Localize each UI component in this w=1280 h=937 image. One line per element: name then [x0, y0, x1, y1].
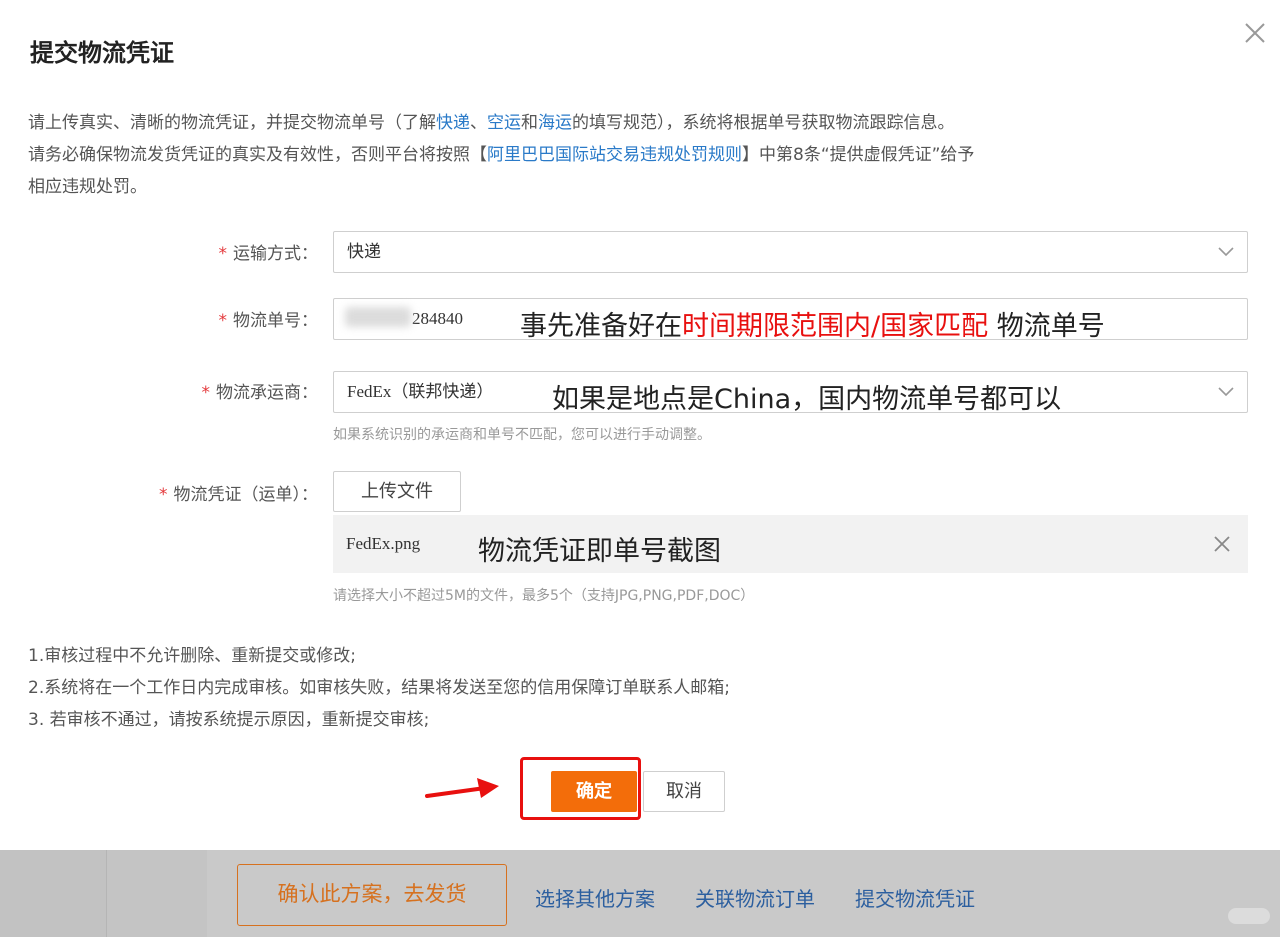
carrier-hint: 如果系统识别的承运商和单号不匹配，您可以进行手动调整。	[333, 427, 711, 443]
submit-logistics-dialog: 提交物流凭证 请上传真实、清晰的物流凭证，并提交物流单号（了解快递、空运和海运的…	[0, 0, 1280, 850]
shipping-method-label: * 运输方式：	[219, 239, 319, 264]
voucher-hint: 请选择大小不超过5M的文件，最多5个（支持JPG,PNG,PDF,DOC）	[333, 588, 755, 604]
link-logistics-order-link[interactable]: 关联物流订单	[695, 883, 815, 912]
annotation-carrier: 如果是地点是China，国内物流单号都可以	[552, 384, 1062, 415]
submit-logistics-voucher-link[interactable]: 提交物流凭证	[855, 883, 975, 912]
chevron-down-icon	[1217, 384, 1235, 398]
input-value: 284840	[412, 309, 463, 328]
select-value: 快递	[347, 242, 381, 262]
footer-strip	[107, 850, 207, 937]
note-item: 2.系统将在一个工作日内完成审核。如审核失败，结果将发送至您的信用保障订单联系人…	[28, 678, 730, 698]
desc-text: 】中第8条“提供虚假凭证”给予	[742, 145, 975, 165]
watermark-badge	[1228, 908, 1270, 924]
desc-text: 的填写规范），系统将根据单号获取物流跟踪信息。	[572, 113, 955, 133]
page-footer-bar: 确认此方案，去发货 选择其他方案 关联物流订单 提交物流凭证	[0, 850, 1280, 937]
redacted-blur	[345, 307, 411, 327]
required-mark: *	[218, 311, 228, 331]
tracking-number-label: * 物流单号：	[219, 306, 319, 331]
confirm-button[interactable]: 确定	[551, 771, 637, 812]
label-text: 物流凭证（运单）：	[173, 485, 319, 505]
annotation-text: 事先准备好在	[520, 311, 682, 342]
file-name: FedEx.png	[346, 534, 421, 553]
label-text: 运输方式：	[233, 244, 318, 264]
cancel-button[interactable]: 取消	[643, 771, 725, 812]
select-value: FedEx（联邦快递）	[347, 382, 494, 401]
desc-text: 和	[521, 113, 538, 133]
annotation-highlight: 时间期限范围内/国家匹配	[682, 311, 989, 342]
annotation-voucher: 物流凭证即单号截图	[478, 536, 721, 567]
note-item: 1.审核过程中不允许删除、重新提交或修改;	[28, 646, 356, 666]
annotation-text: 物流单号	[988, 311, 1105, 342]
review-notes: 1.审核过程中不允许删除、重新提交或修改; 2.系统将在一个工作日内完成审核。如…	[28, 640, 730, 736]
remove-file-icon[interactable]	[1212, 534, 1232, 554]
annotation-tracking: 事先准备好在时间期限范围内/国家匹配 物流单号	[520, 304, 1105, 343]
uploaded-file-row: FedEx.png	[333, 515, 1248, 573]
arrow-right-icon	[425, 776, 505, 800]
carrier-label: * 物流承运商：	[202, 378, 319, 403]
link-sea-rules[interactable]: 海运	[538, 113, 572, 133]
desc-text: 相应违规处罚。	[28, 177, 147, 197]
required-mark: *	[218, 244, 228, 264]
dialog-description: 请上传真实、清晰的物流凭证，并提交物流单号（了解快递、空运和海运的填写规范），系…	[28, 107, 1253, 203]
note-item: 3. 若审核不通过，请按系统提示原因，重新提交审核;	[28, 710, 430, 730]
desc-text: 、	[470, 113, 487, 133]
chevron-down-icon	[1217, 244, 1235, 258]
required-mark: *	[159, 485, 168, 505]
desc-text: 请务必确保物流发货凭证的真实及有效性，否则平台将按照【	[28, 145, 487, 165]
label-text: 物流单号：	[233, 311, 318, 331]
confirm-plan-ship-button[interactable]: 确认此方案，去发货	[237, 864, 507, 926]
link-violation-rules[interactable]: 阿里巴巴国际站交易违规处罚规则	[487, 145, 742, 165]
link-air-rules[interactable]: 空运	[487, 113, 521, 133]
link-express-rules[interactable]: 快递	[436, 113, 470, 133]
desc-text: 请上传真实、清晰的物流凭证，并提交物流单号（了解	[28, 113, 436, 133]
label-text: 物流承运商：	[216, 383, 318, 403]
upload-file-button[interactable]: 上传文件	[333, 471, 461, 512]
footer-left-panel	[0, 850, 107, 937]
required-mark: *	[201, 383, 211, 403]
voucher-label: * 物流凭证（运单）：	[159, 480, 318, 505]
close-icon[interactable]	[1242, 20, 1268, 46]
shipping-method-select[interactable]: 快递	[333, 231, 1248, 273]
choose-other-plan-link[interactable]: 选择其他方案	[535, 883, 655, 912]
dialog-title: 提交物流凭证	[30, 39, 174, 67]
